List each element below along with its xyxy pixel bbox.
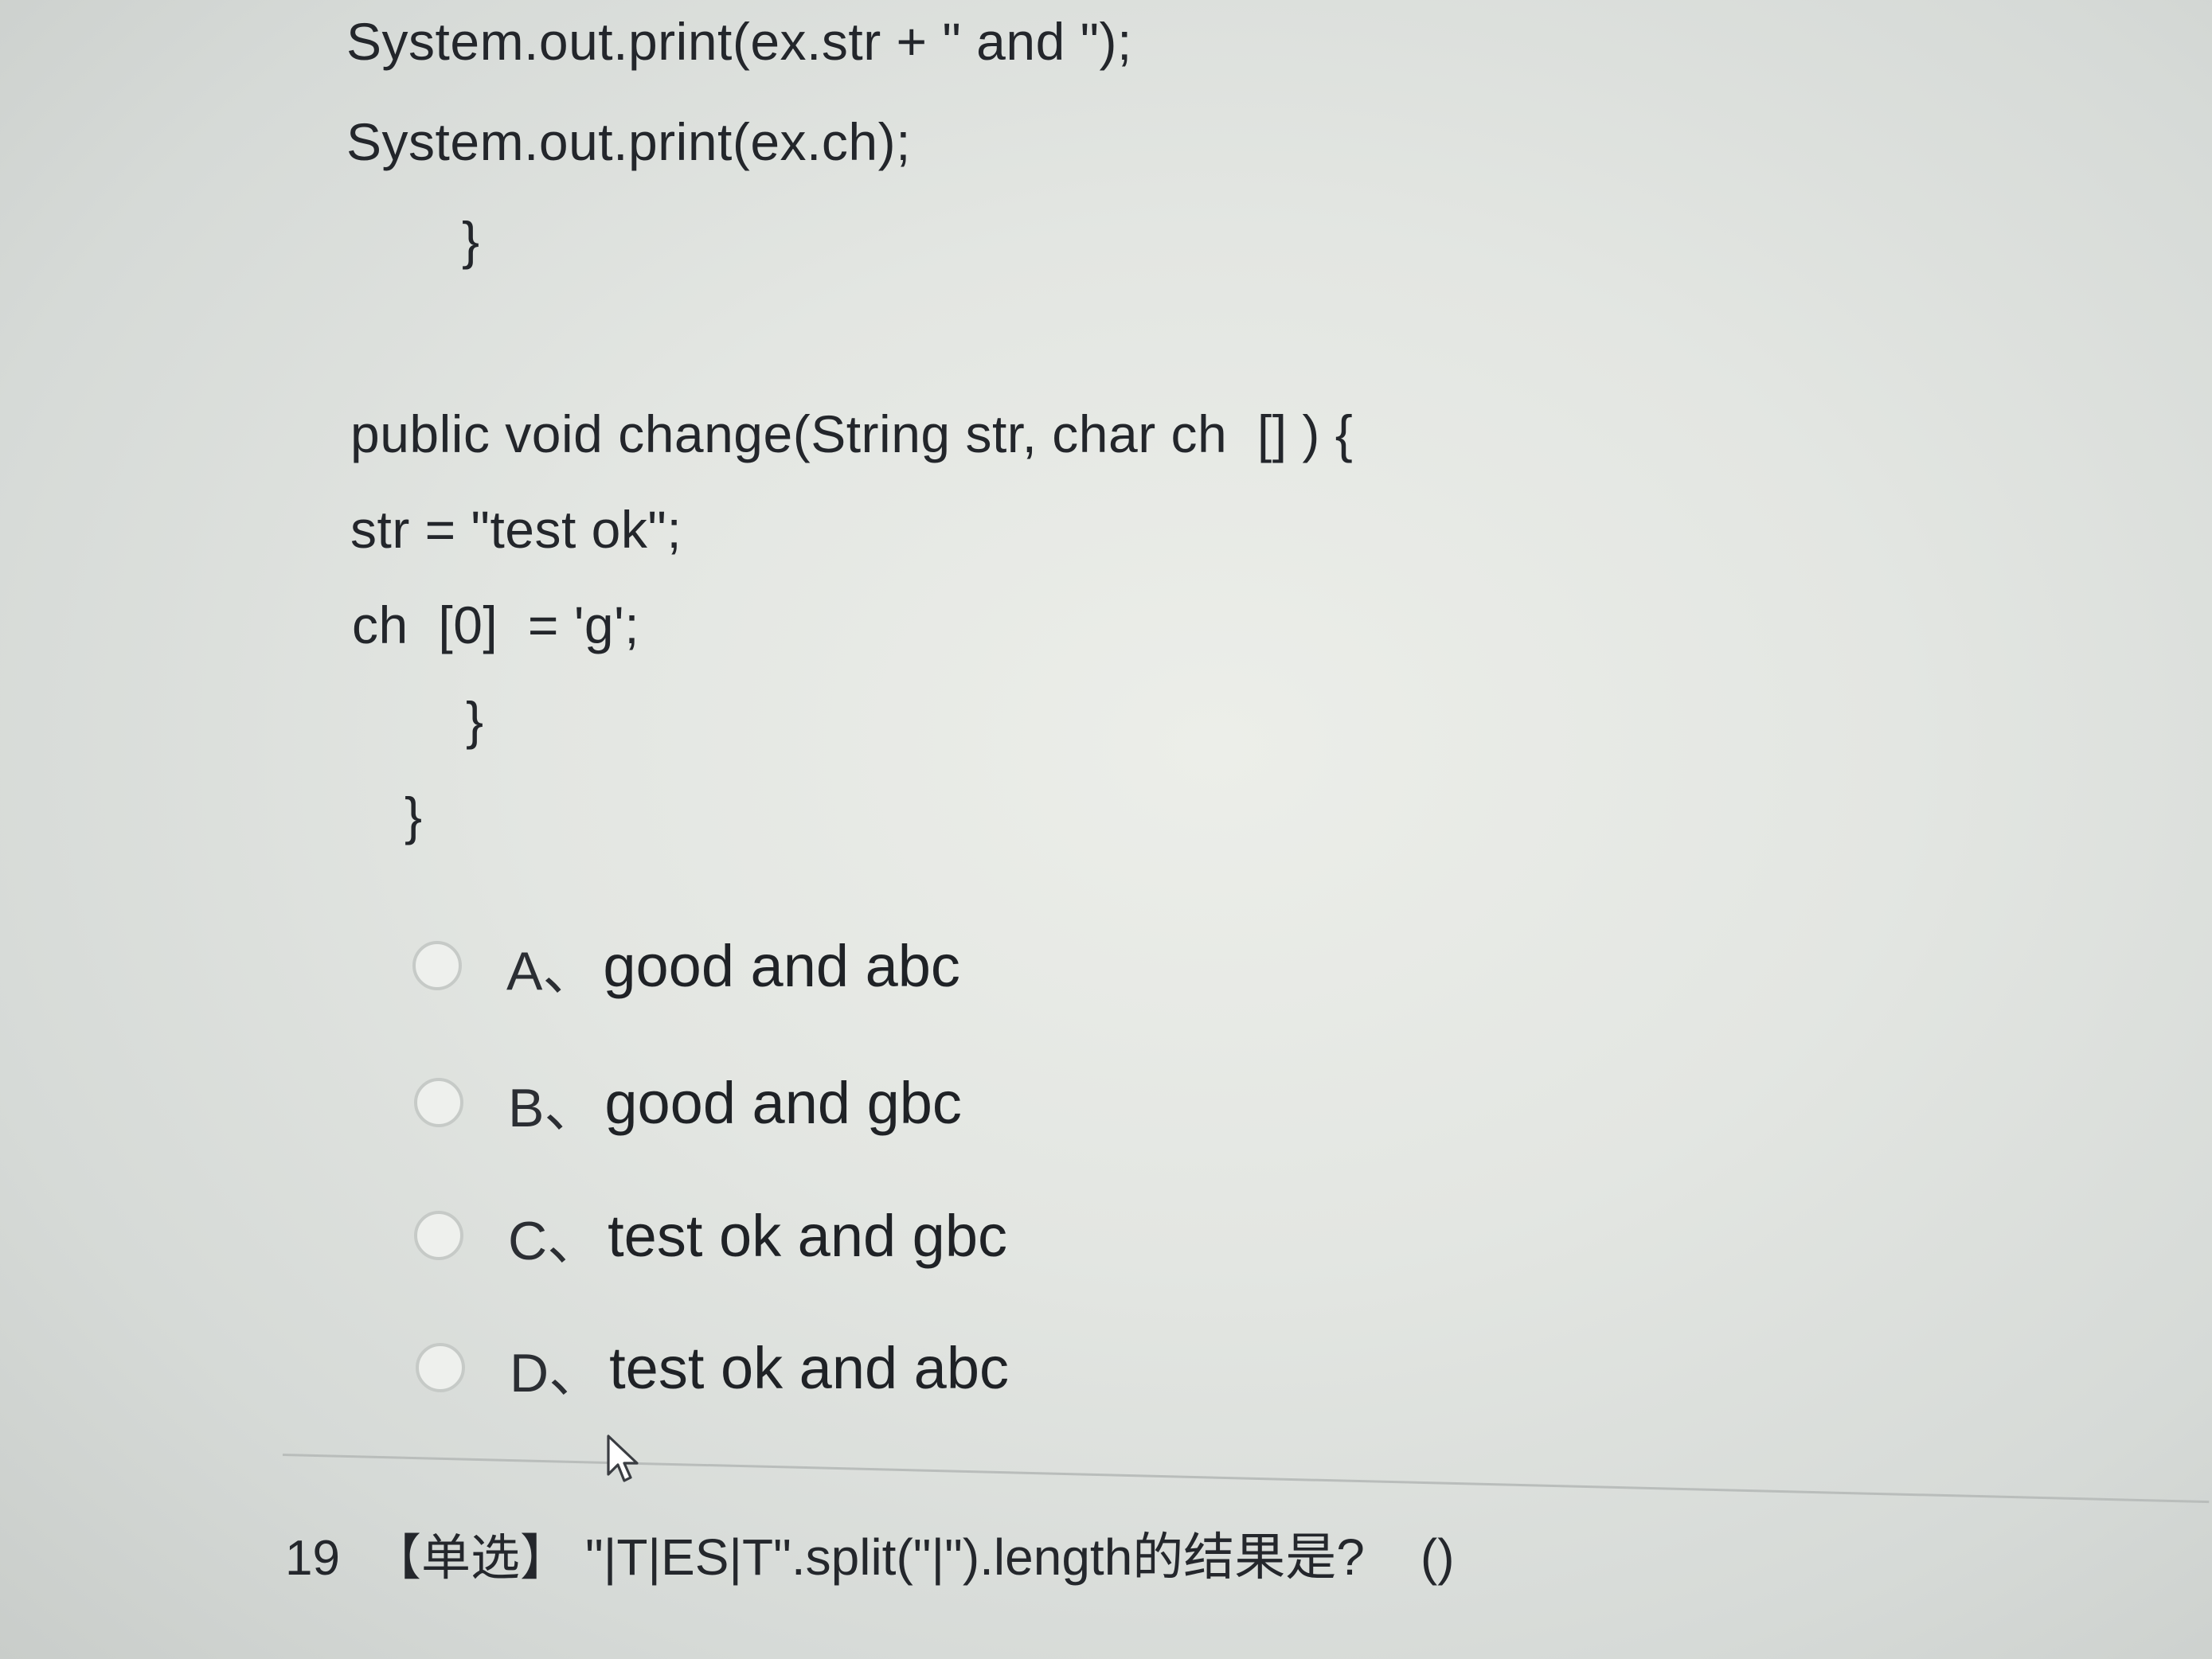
option-letter: A、 [506, 940, 597, 1001]
option-d[interactable]: D、 test ok and abc [416, 1332, 1009, 1403]
option-text: good and abc [603, 932, 960, 999]
radio-button-icon[interactable] [412, 941, 462, 990]
question-number: 19 [285, 1531, 340, 1586]
question-divider [282, 1454, 2210, 1504]
option-letter: D、 [510, 1342, 604, 1403]
code-line: } [466, 691, 484, 750]
radio-button-icon[interactable] [414, 1211, 463, 1260]
code-line: System.out.print(ex.ch); [346, 112, 911, 171]
option-letter: B、 [508, 1077, 599, 1138]
radio-button-icon[interactable] [416, 1343, 465, 1392]
radio-button-icon[interactable] [414, 1078, 463, 1127]
question-type-badge: 【单选】 [371, 1531, 569, 1586]
option-c[interactable]: C、 test ok and gbc [414, 1200, 1007, 1271]
code-line: } [462, 211, 480, 270]
option-b[interactable]: B、 good and gbc [414, 1067, 962, 1138]
code-line: ch [0] = 'g'; [352, 595, 640, 654]
code-line: } [404, 787, 423, 845]
question-text: "|T|ES|T".split("|").length的结果是? [584, 1528, 1365, 1586]
option-text: test ok and abc [609, 1334, 1009, 1401]
option-a[interactable]: A、 good and abc [412, 930, 960, 1001]
option-letter: C、 [508, 1210, 602, 1271]
answer-blank: () [1420, 1528, 1455, 1586]
mouse-pointer-icon [607, 1435, 639, 1482]
next-question: 19 【单选】 "|T|ES|T".split("|").length的结果是?… [285, 1517, 1455, 1590]
code-line: System.out.print(ex.str + " and "); [346, 12, 1132, 71]
option-text: test ok and gbc [608, 1202, 1007, 1269]
code-line: public void change(String str, char ch [… [350, 404, 1354, 463]
code-line: str = "test ok"; [350, 500, 682, 559]
option-text: good and gbc [604, 1069, 962, 1136]
quiz-page: System.out.print(ex.str + " and "); Syst… [0, 0, 2212, 1659]
